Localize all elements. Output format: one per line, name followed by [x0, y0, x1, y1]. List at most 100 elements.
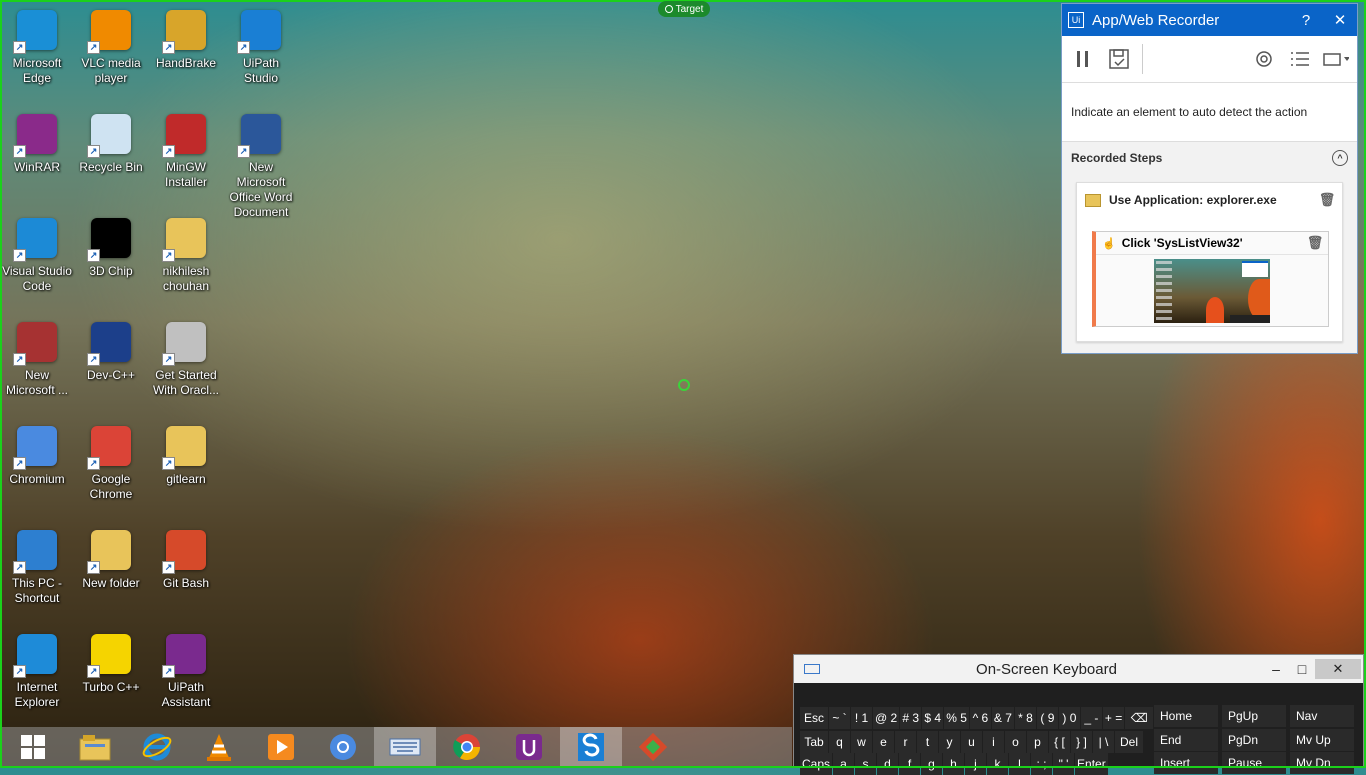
- desktop-icon[interactable]: ↗ Get Started With Oracl...: [149, 318, 223, 398]
- nav-key[interactable]: PgDn: [1222, 729, 1286, 751]
- taskbar-git-bash[interactable]: [622, 727, 684, 767]
- desktop-icon[interactable]: ↗ Chromium: [0, 422, 74, 487]
- taskbar-chromium[interactable]: [312, 727, 374, 767]
- nav-key[interactable]: Home: [1154, 705, 1218, 727]
- key-p[interactable]: p: [1027, 731, 1048, 753]
- desktop-icon[interactable]: ↗ UiPath Studio: [224, 6, 298, 86]
- nav-key[interactable]: Mv Dn: [1290, 752, 1354, 774]
- key-j[interactable]: j: [965, 753, 987, 775]
- key-h[interactable]: h: [943, 753, 965, 775]
- key-d[interactable]: d: [877, 753, 899, 775]
- key-Esc[interactable]: Esc: [800, 707, 828, 729]
- desktop-icon[interactable]: ↗ Google Chrome: [74, 422, 148, 502]
- desktop-icon[interactable]: ↗ Turbo C++: [74, 630, 148, 695]
- target-settings-icon[interactable]: [1251, 46, 1277, 72]
- step-list-icon[interactable]: [1287, 46, 1313, 72]
- pause-icon[interactable]: [1070, 46, 1096, 72]
- key-q[interactable]: q: [829, 731, 850, 753]
- key-0[interactable]: ) 0: [1058, 707, 1080, 729]
- desktop-icon[interactable]: ↗ Recycle Bin: [74, 110, 148, 175]
- key-t[interactable]: t: [917, 731, 938, 753]
- desktop-icon[interactable]: ↗ Visual Studio Code: [0, 214, 74, 294]
- nav-key[interactable]: Pause: [1222, 752, 1286, 774]
- key-Del[interactable]: Del: [1115, 731, 1143, 753]
- taskbar-internet-explorer[interactable]: [126, 727, 188, 767]
- nav-key[interactable]: Mv Up: [1290, 729, 1354, 751]
- desktop-icon[interactable]: ↗ Git Bash: [149, 526, 223, 591]
- osk-close-button[interactable]: ✕: [1315, 659, 1361, 679]
- nav-key[interactable]: Insert: [1154, 752, 1218, 774]
- key-[interactable]: | \: [1093, 731, 1114, 753]
- nav-key[interactable]: Nav: [1290, 705, 1354, 727]
- key-a[interactable]: a: [833, 753, 855, 775]
- key-g[interactable]: g: [921, 753, 943, 775]
- taskbar-vlc[interactable]: [188, 727, 250, 767]
- key-4[interactable]: $ 4: [922, 707, 944, 729]
- taskbar-file-explorer[interactable]: [64, 727, 126, 767]
- desktop-icon[interactable]: ↗ gitlearn: [149, 422, 223, 487]
- key-k[interactable]: k: [987, 753, 1009, 775]
- key-w[interactable]: w: [851, 731, 872, 753]
- osk-maximize-button[interactable]: □: [1289, 661, 1315, 677]
- key-2[interactable]: @ 2: [873, 707, 900, 729]
- close-button[interactable]: ✕: [1329, 11, 1351, 29]
- osk-minimize-button[interactable]: –: [1263, 661, 1289, 677]
- key-3[interactable]: # 3: [900, 707, 922, 729]
- key-u[interactable]: u: [961, 731, 982, 753]
- desktop-icon[interactable]: ↗ Microsoft Edge: [0, 6, 74, 86]
- use-application-step[interactable]: Use Application: explorer.exe 🗑 ☝ Click …: [1076, 182, 1343, 342]
- osk-title-bar[interactable]: On-Screen Keyboard – □ ✕: [794, 655, 1363, 683]
- key-o[interactable]: o: [1005, 731, 1026, 753]
- desktop-icon[interactable]: ↗ HandBrake: [149, 6, 223, 71]
- key-[interactable]: ~ `: [829, 707, 850, 729]
- collapse-icon[interactable]: ^: [1332, 150, 1348, 166]
- key-f[interactable]: f: [899, 753, 921, 775]
- key-[interactable]: { [: [1049, 731, 1070, 753]
- desktop-icon[interactable]: ↗ VLC media player: [74, 6, 148, 86]
- click-step[interactable]: ☝ Click 'SysListView32' 🗑: [1092, 231, 1329, 327]
- desktop-icon[interactable]: ↗ New folder: [74, 526, 148, 591]
- desktop-icon[interactable]: ↗ nikhilesh chouhan: [149, 214, 223, 294]
- key-r[interactable]: r: [895, 731, 916, 753]
- delete-step-icon[interactable]: 🗑: [1319, 192, 1336, 207]
- taskbar-uipath-studio[interactable]: [560, 727, 622, 767]
- key-5[interactable]: % 5: [944, 707, 969, 729]
- key-Caps[interactable]: Caps: [800, 753, 833, 775]
- delete-click-step-icon[interactable]: 🗑: [1307, 235, 1324, 250]
- key-1[interactable]: ! 1: [851, 707, 872, 729]
- key-[interactable]: + =: [1102, 707, 1125, 729]
- key-Tab[interactable]: Tab: [800, 731, 828, 753]
- desktop-icon[interactable]: ↗ Dev-C++: [74, 318, 148, 383]
- key-s[interactable]: s: [855, 753, 877, 775]
- desktop-icon[interactable]: ↗ UiPath Assistant: [149, 630, 223, 710]
- taskbar-chrome[interactable]: [436, 727, 498, 767]
- key-y[interactable]: y: [939, 731, 960, 753]
- desktop-icon[interactable]: ↗ MinGW Installer: [149, 110, 223, 190]
- desktop-icon[interactable]: ↗ WinRAR: [0, 110, 74, 175]
- help-button[interactable]: ?: [1295, 12, 1317, 29]
- key-9[interactable]: ( 9: [1036, 707, 1058, 729]
- recorder-title-bar[interactable]: Ui App/Web Recorder ? ✕: [1062, 4, 1357, 36]
- key-[interactable]: _ -: [1080, 707, 1102, 729]
- desktop-icon[interactable]: ↗ 3D Chip: [74, 214, 148, 279]
- key-i[interactable]: i: [983, 731, 1004, 753]
- desktop-icon[interactable]: ↗ This PC - Shortcut: [0, 526, 74, 606]
- taskbar-media-player[interactable]: [250, 727, 312, 767]
- key-8[interactable]: * 8: [1014, 707, 1036, 729]
- key-[interactable]: ⌫: [1125, 707, 1154, 729]
- key-[interactable]: } ]: [1071, 731, 1092, 753]
- nav-key[interactable]: End: [1154, 729, 1218, 751]
- desktop-icon[interactable]: ↗ New Microsoft ...: [0, 318, 74, 398]
- key-7[interactable]: & 7: [991, 707, 1014, 729]
- desktop-icon[interactable]: ↗ New Microsoft Office Word Document: [224, 110, 298, 220]
- desktop-icon[interactable]: ↗ Internet Explorer: [0, 630, 74, 710]
- key-Enter[interactable]: Enter: [1075, 753, 1108, 775]
- screenshot-options-icon[interactable]: [1323, 46, 1349, 72]
- nav-key[interactable]: PgUp: [1222, 705, 1286, 727]
- key-l[interactable]: l: [1009, 753, 1031, 775]
- taskbar-uipath-assistant[interactable]: [498, 727, 560, 767]
- key-e[interactable]: e: [873, 731, 894, 753]
- key-6[interactable]: ^ 6: [969, 707, 991, 729]
- taskbar-on-screen-keyboard[interactable]: [374, 727, 436, 767]
- save-icon[interactable]: [1106, 46, 1132, 72]
